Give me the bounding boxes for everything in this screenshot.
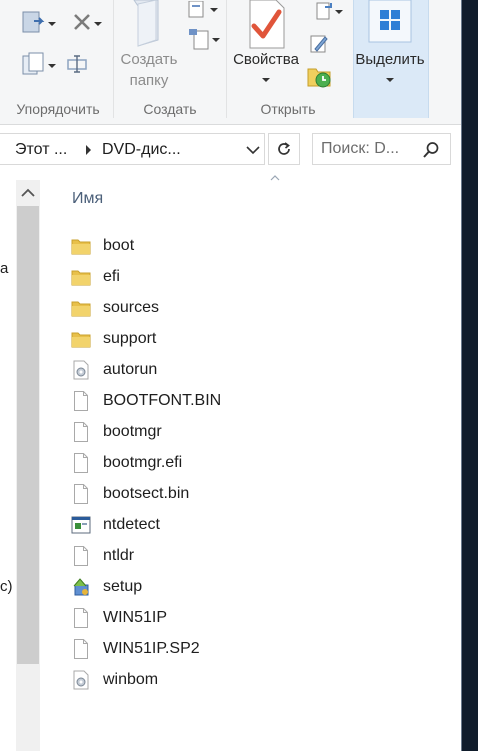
ribbon: Упорядочить Создать папку Создать Свойст… — [0, 0, 462, 125]
column-header-name[interactable]: Имя — [72, 190, 103, 208]
setup-icon — [70, 576, 92, 598]
file-row[interactable]: bootmgr.efi — [70, 449, 270, 477]
move-to-icon — [22, 11, 45, 33]
file-row[interactable]: boot — [70, 232, 270, 260]
select-button[interactable]: Выделить — [354, 0, 426, 96]
file-row[interactable]: ntdetect — [70, 511, 270, 539]
new-folder-label-line2: папку — [129, 72, 169, 89]
file-name: setup — [103, 578, 143, 595]
edit-pencil-icon — [310, 35, 328, 53]
file-name: ntdetect — [103, 516, 160, 533]
file-name: bootmgr — [103, 423, 162, 440]
file-name: support — [103, 330, 157, 347]
scroll-up-button[interactable] — [16, 180, 40, 206]
folder-icon — [70, 297, 92, 319]
move-to-button[interactable] — [14, 6, 56, 38]
nav-item-fragment[interactable]: а — [0, 260, 8, 277]
rename-icon — [67, 55, 87, 73]
file-name: efi — [103, 268, 120, 285]
file-icon — [70, 483, 92, 505]
refresh-icon — [278, 142, 290, 155]
file-icon — [70, 545, 92, 567]
file-row[interactable]: winbom — [70, 666, 270, 694]
delete-x-icon — [74, 14, 90, 30]
copy-to-icon — [22, 52, 44, 75]
delete-button[interactable] — [62, 6, 102, 38]
refresh-button[interactable] — [268, 133, 300, 165]
address-bar-area: Этот ... DVD-дис... — [0, 125, 462, 173]
file-name: bootsect.bin — [103, 485, 190, 502]
file-icon — [70, 390, 92, 412]
edit-button[interactable] — [305, 30, 333, 58]
file-name: bootmgr.efi — [103, 454, 183, 471]
file-name: boot — [103, 237, 135, 254]
file-row[interactable]: support — [70, 325, 270, 353]
properties-icon — [249, 0, 285, 49]
settings-file-icon — [70, 359, 92, 381]
file-row[interactable]: ntldr — [70, 542, 270, 570]
search-icon[interactable] — [422, 141, 440, 159]
search-input[interactable] — [321, 138, 417, 160]
file-name: sources — [103, 299, 160, 316]
breadcrumb-separator-icon[interactable] — [86, 145, 91, 155]
folder-icon — [70, 328, 92, 350]
group-label-organize: Упорядочить — [16, 101, 100, 117]
desktop-background — [462, 0, 478, 751]
file-row[interactable]: bootsect.bin — [70, 480, 270, 508]
file-name: WIN51IP.SP2 — [103, 640, 200, 657]
nav-item-fragment[interactable]: с) — [0, 578, 13, 595]
file-row[interactable]: WIN51IP — [70, 604, 270, 632]
history-icon — [307, 68, 331, 88]
group-label-open: Открыть — [260, 101, 316, 117]
file-name: autorun — [103, 361, 158, 378]
file-icon — [70, 452, 92, 474]
copy-to-button[interactable] — [14, 48, 56, 80]
chevron-up-icon — [21, 188, 35, 197]
properties-label: Свойства — [233, 51, 299, 68]
new-item-button[interactable] — [182, 0, 220, 22]
properties-button[interactable]: Свойства — [230, 0, 302, 96]
easy-access-button[interactable] — [182, 26, 220, 52]
new-folder-button[interactable]: Создать папку — [118, 0, 180, 96]
select-grid-icon — [368, 0, 412, 43]
file-row[interactable]: bootmgr — [70, 418, 270, 446]
breadcrumb-this-pc[interactable]: Этот ... — [15, 141, 67, 159]
open-icon — [316, 2, 332, 20]
file-row[interactable]: WIN51IP.SP2 — [70, 635, 270, 663]
new-folder-icon — [133, 0, 159, 47]
file-row[interactable]: sources — [70, 294, 270, 322]
open-button[interactable] — [305, 0, 345, 24]
new-folder-label-line1: Создать — [120, 51, 178, 68]
breadcrumb-dvd-drive[interactable]: DVD-дис... — [102, 141, 181, 159]
file-icon — [70, 638, 92, 660]
file-row[interactable]: efi — [70, 263, 270, 291]
folder-icon — [70, 266, 92, 288]
file-row[interactable]: autorun — [70, 356, 270, 384]
file-name: WIN51IP — [103, 609, 168, 626]
search-box[interactable] — [312, 133, 451, 165]
folder-icon — [70, 235, 92, 257]
address-dropdown-chevron-icon[interactable] — [246, 145, 260, 155]
application-icon — [70, 514, 92, 536]
address-bar[interactable]: Этот ... DVD-дис... — [0, 133, 265, 165]
rename-button[interactable] — [62, 48, 92, 80]
settings-file-icon — [70, 669, 92, 691]
file-icon — [70, 421, 92, 443]
sort-ascending-icon — [270, 175, 280, 181]
group-label-create: Создать — [143, 101, 197, 117]
file-name: BOOTFONT.BIN — [103, 392, 222, 409]
history-button[interactable] — [305, 62, 333, 90]
scrollbar-thumb[interactable] — [17, 206, 39, 664]
group-separator — [226, 0, 227, 118]
file-name: winbom — [103, 671, 159, 688]
file-row[interactable]: BOOTFONT.BIN — [70, 387, 270, 415]
select-label: Выделить — [355, 51, 425, 68]
file-icon — [70, 607, 92, 629]
file-row[interactable]: setup — [70, 573, 270, 601]
file-name: ntldr — [103, 547, 135, 564]
